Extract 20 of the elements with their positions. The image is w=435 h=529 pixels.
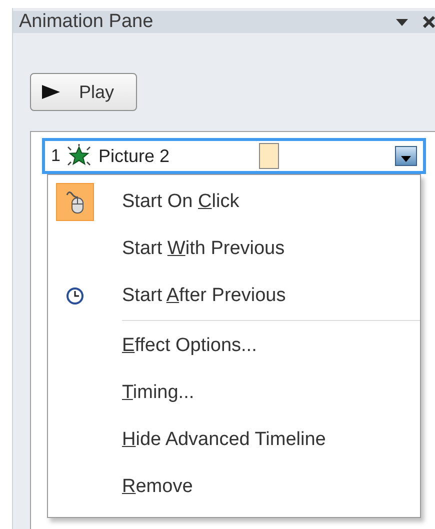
caret-icon — [401, 156, 411, 162]
menu-item[interactable]: Start After Previous — [48, 272, 420, 319]
menu-item[interactable]: Effect Options... — [48, 322, 420, 369]
menu-item[interactable]: Hide Advanced Timeline — [48, 416, 420, 463]
play-button[interactable]: Play — [30, 73, 137, 111]
item-name: Picture 2 — [98, 146, 171, 166]
pane-title: Animation Pane — [19, 11, 154, 33]
timeline-bar — [259, 143, 280, 169]
menu-item[interactable]: Remove — [48, 463, 420, 510]
star-burst-icon — [66, 144, 92, 168]
dropdown-button[interactable] — [395, 146, 417, 166]
item-number: 1 — [51, 146, 60, 166]
menu-item[interactable]: Timing... — [48, 369, 420, 416]
menu-item[interactable]: Start On Click — [48, 178, 420, 225]
menu-item[interactable]: Start With Previous — [48, 225, 420, 272]
mouse-icon — [64, 188, 86, 214]
play-icon — [41, 84, 61, 100]
animation-item[interactable]: 1 Picture 2 — [42, 138, 426, 174]
dropdown-icon[interactable] — [395, 17, 409, 27]
close-icon[interactable] — [423, 15, 435, 29]
